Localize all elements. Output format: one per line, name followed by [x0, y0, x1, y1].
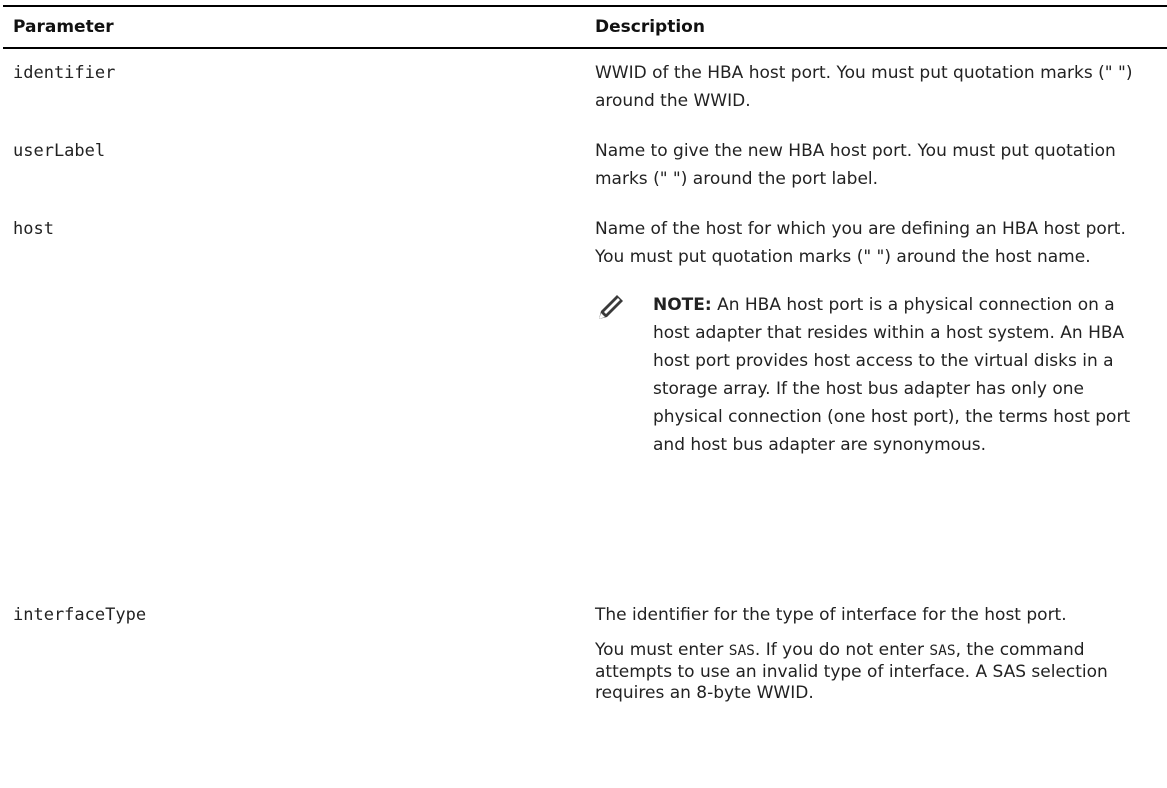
param-name: host [13, 219, 54, 239]
code-value: SAS [728, 643, 755, 659]
description-cell: Name of the host for which you are defin… [583, 215, 1167, 459]
note-body: An HBA host port is a physical connectio… [653, 295, 1131, 455]
header-parameter: Parameter [13, 17, 114, 37]
param-name: userLabel [13, 141, 106, 161]
note-text: NOTE: An HBA host port is a physical con… [653, 291, 1153, 459]
note-pencil-icon [599, 295, 623, 319]
param-description: Name to give the new HBA host port. You … [595, 141, 1116, 189]
parameter-table: Parameter Description identifier WWID of… [3, 5, 1167, 703]
description-cell: Name to give the new HBA host port. You … [583, 137, 1167, 193]
note-box: NOTE: An HBA host port is a physical con… [595, 291, 1167, 459]
table-header: Parameter Description [3, 5, 1167, 49]
note-label: NOTE: [653, 295, 712, 315]
table-row: identifier WWID of the HBA host port. Yo… [3, 59, 1167, 115]
param-description: The identifier for the type of interface… [595, 605, 1067, 625]
header-description: Description [595, 17, 705, 37]
param-name: identifier [13, 63, 116, 83]
table-row: host Name of the host for which you are … [3, 215, 1167, 459]
param-description-extra: You must enter SAS. If you do not enter … [595, 640, 1145, 704]
description-cell: The identifier for the type of interface… [583, 601, 1167, 704]
table-row: interfaceType The identifier for the typ… [3, 601, 1167, 704]
para2-part: . If you do not enter [754, 640, 930, 660]
para2-part: You must enter [595, 640, 729, 660]
table-row: userLabel Name to give the new HBA host … [3, 137, 1167, 193]
para2-text: You must enter SAS. If you do not enter … [595, 640, 1145, 704]
param-description: WWID of the HBA host port. You must put … [595, 63, 1133, 111]
param-name: interfaceType [13, 605, 147, 625]
code-value: SAS [929, 643, 956, 659]
description-cell: WWID of the HBA host port. You must put … [583, 59, 1167, 115]
param-description: Name of the host for which you are defin… [595, 219, 1126, 267]
